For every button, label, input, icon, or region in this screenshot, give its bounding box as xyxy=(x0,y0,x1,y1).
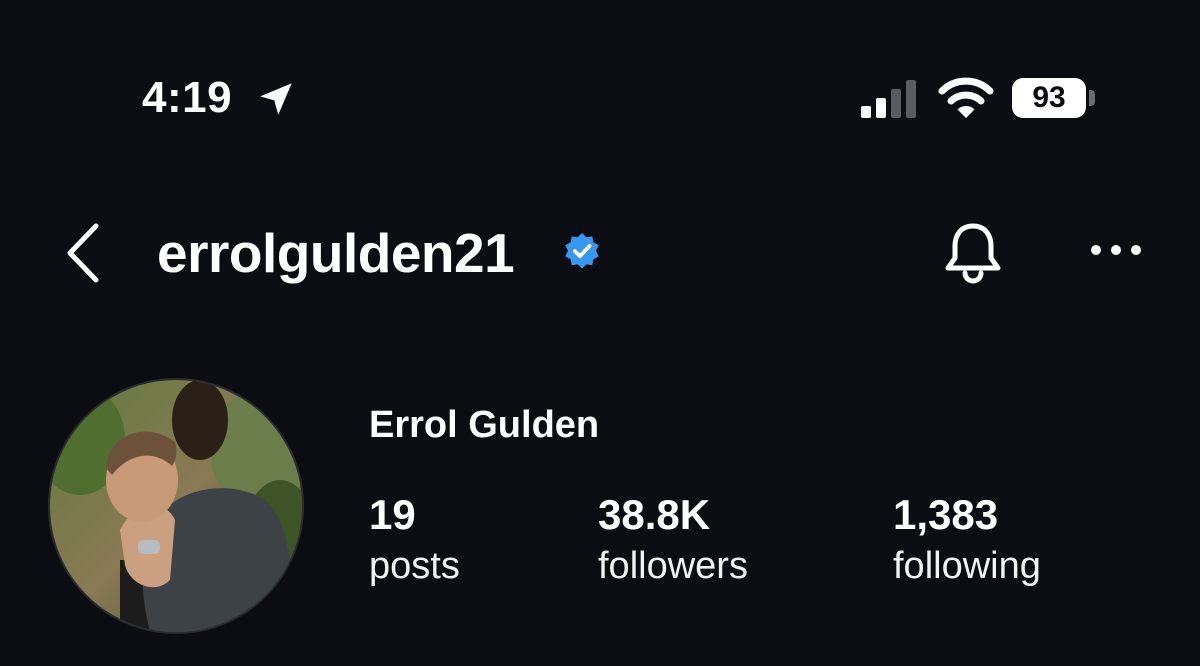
following-label: following xyxy=(893,545,1041,587)
display-name: Errol Gulden xyxy=(369,404,600,446)
followers-count: 38.8K xyxy=(598,491,711,538)
notifications-button[interactable] xyxy=(940,220,1006,288)
chevron-left-icon xyxy=(67,223,99,283)
battery-icon: 93 xyxy=(1012,78,1086,118)
location-arrow-icon xyxy=(260,83,292,115)
posts-stat[interactable]: 19 posts xyxy=(369,490,460,592)
posts-count: 19 xyxy=(369,491,416,538)
following-stat[interactable]: 1,383 following xyxy=(893,490,1041,592)
back-button[interactable] xyxy=(58,220,108,286)
profile-header: errolgulden21 xyxy=(0,200,1200,310)
avatar[interactable] xyxy=(48,378,304,634)
wifi-icon xyxy=(938,77,994,118)
profile-photo xyxy=(50,380,302,632)
profile-username: errolgulden21 xyxy=(157,222,515,284)
bell-icon xyxy=(945,223,1001,284)
status-bar: 4:19 93 xyxy=(0,0,1200,190)
followers-stat[interactable]: 38.8K followers xyxy=(598,490,748,592)
more-options-button[interactable] xyxy=(1088,235,1144,265)
followers-label: followers xyxy=(598,545,748,587)
battery-cap xyxy=(1089,90,1095,106)
posts-label: posts xyxy=(369,545,460,587)
more-horizontal-icon xyxy=(1091,245,1141,255)
following-count: 1,383 xyxy=(893,491,999,538)
verified-badge-icon xyxy=(565,232,599,269)
battery-level: 93 xyxy=(1032,81,1066,114)
cellular-signal-icon xyxy=(861,80,916,118)
status-time: 4:19 xyxy=(142,73,233,122)
